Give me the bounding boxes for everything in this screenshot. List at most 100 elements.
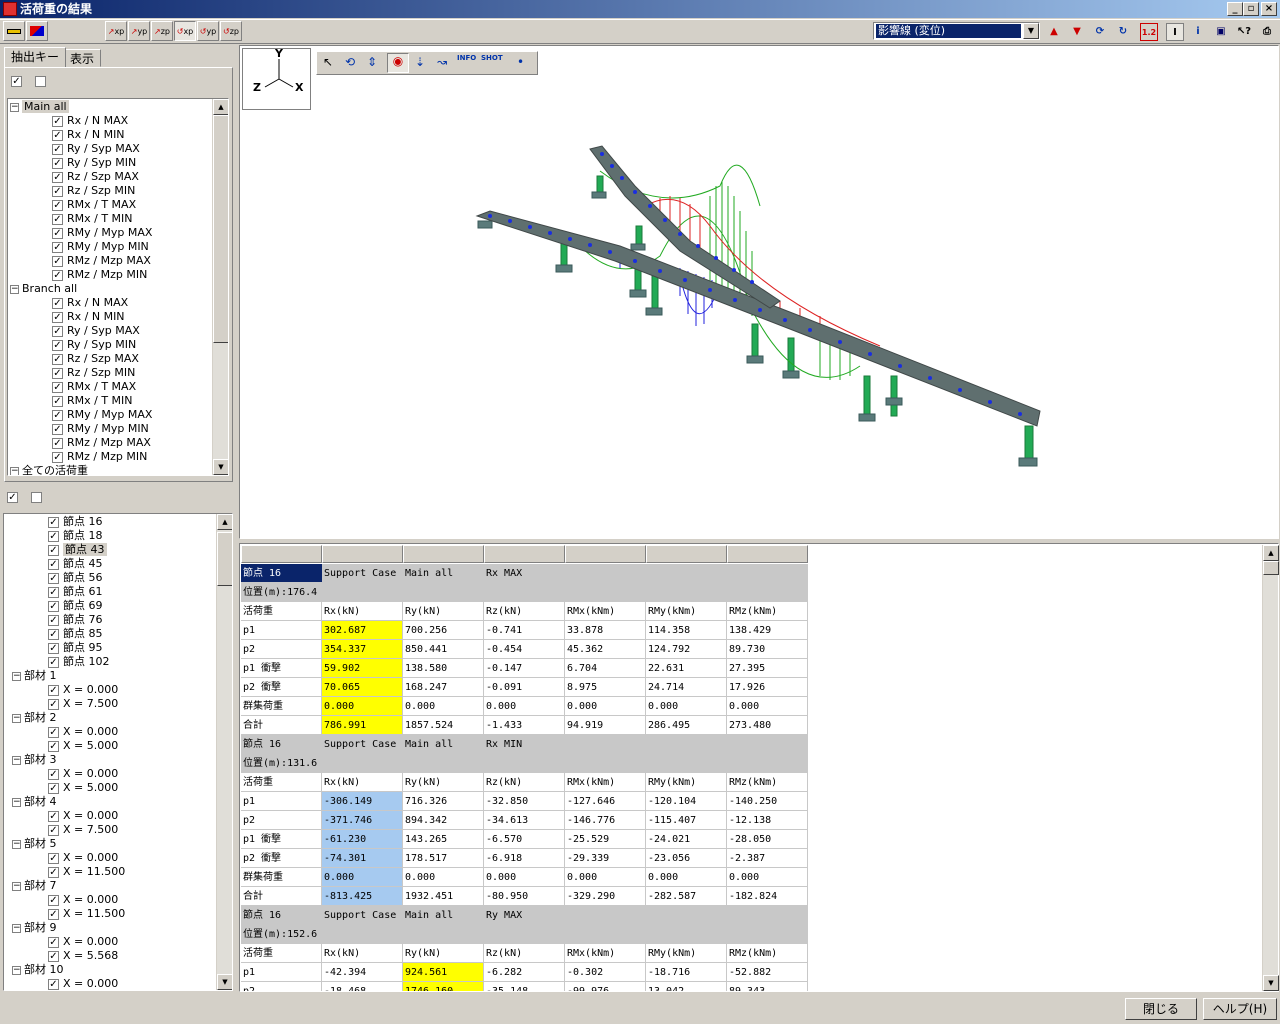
checkbox-checked[interactable]: ✓ (48, 978, 59, 990)
tree-item[interactable]: ✓ RMz / Mzp MAX (52, 254, 151, 268)
checkbox-checked[interactable]: ✓ (52, 241, 63, 253)
collapse-icon[interactable]: − (12, 797, 21, 807)
uncheck-all-bottom[interactable] (31, 490, 42, 503)
checkbox-checked[interactable]: ✓ (48, 530, 59, 542)
node-item[interactable]: ✓ 節点 76 (48, 613, 103, 627)
export-icon[interactable]: ▣ (1212, 23, 1230, 41)
checkbox-checked[interactable]: ✓ (52, 129, 63, 141)
node-item[interactable]: ✓ 節点 61 (48, 585, 103, 599)
tree-item[interactable]: ✓ RMx / T MIN (52, 394, 133, 408)
info-icon[interactable]: i (1189, 23, 1207, 41)
scale-icon[interactable]: 1.2 (1140, 23, 1158, 41)
checkbox-checked[interactable]: ✓ (52, 423, 63, 435)
member-item[interactable]: ✓ X = 0.000 (48, 977, 118, 990)
close-button[interactable]: 閉じる (1125, 998, 1197, 1020)
node-item[interactable]: ✓ 節点 56 (48, 571, 103, 585)
checkbox-checked[interactable]: ✓ (52, 339, 63, 351)
tree-group[interactable]: − 全ての活荷重 (10, 464, 88, 475)
member-item[interactable]: ✓ X = 11.500 (48, 907, 125, 921)
tab-display[interactable]: 表示 (63, 49, 102, 67)
member-item[interactable]: ✓ X = 7.500 (48, 697, 118, 711)
checkbox-checked[interactable]: ✓ (48, 936, 59, 948)
scroll-up-icon[interactable]: ▲ (213, 99, 228, 115)
tree-group[interactable]: − Branch all (10, 282, 77, 296)
checkbox-checked[interactable]: ✓ (48, 600, 59, 612)
checkbox-checked[interactable]: ✓ (48, 908, 59, 920)
checkbox-checked[interactable]: ✓ (52, 297, 63, 309)
checkbox-checked[interactable]: ✓ (48, 810, 59, 822)
collapse-icon[interactable]: − (10, 102, 19, 112)
tree-item[interactable]: ✓ Rx / N MAX (52, 296, 128, 310)
collapse-icon[interactable]: − (10, 284, 19, 294)
checkbox-checked[interactable]: ✓ (48, 824, 59, 836)
member-group[interactable]: − 部材 4 (12, 795, 57, 809)
member-item[interactable]: ✓ X = 0.000 (48, 809, 118, 823)
zp-button-2[interactable]: ↺zp (220, 21, 242, 41)
checkbox-checked[interactable]: ✓ (48, 656, 59, 668)
tree-item[interactable]: ✓ Rz / Szp MIN (52, 184, 135, 198)
tree-top-scrollbar[interactable]: ▲ ▼ (212, 99, 228, 475)
checkbox-checked[interactable]: ✓ (52, 213, 63, 225)
checkbox-checked[interactable]: ✓ (48, 768, 59, 780)
node-item[interactable]: ✓ 節点 69 (48, 599, 103, 613)
up-arrow-icon[interactable]: ▲ (1045, 23, 1063, 41)
member-group[interactable]: − 部材 7 (12, 879, 57, 893)
checkbox-checked[interactable]: ✓ (52, 157, 63, 169)
tree-item[interactable]: ✓ RMz / Mzp MIN (52, 450, 147, 464)
yp-button-1[interactable]: ↗yp (128, 21, 150, 41)
print-icon[interactable]: ⎙ (1258, 23, 1276, 41)
scroll-thumb[interactable] (1263, 561, 1279, 575)
model-3d-view[interactable]: Y Z X ↖ ⟲ ⇕ ◉ ⇣ ↝ INFO SHOT • (239, 45, 1279, 539)
tree-item[interactable]: ✓ RMy / Myp MIN (52, 422, 149, 436)
collapse-icon[interactable]: − (12, 965, 21, 975)
tree-item[interactable]: ✓ RMx / T MIN (52, 212, 133, 226)
checkbox-checked[interactable]: ✓ (48, 572, 59, 584)
checkbox-checked[interactable]: ✓ (52, 255, 63, 267)
member-item[interactable]: ✓ X = 0.000 (48, 683, 118, 697)
scroll-up-icon[interactable]: ▲ (217, 514, 232, 530)
tree-item[interactable]: ✓ RMz / Mzp MIN (52, 268, 147, 282)
checkbox-checked[interactable]: ✓ (52, 171, 63, 183)
tree-item[interactable]: ✓ Rx / N MIN (52, 310, 125, 324)
scroll-thumb[interactable] (213, 115, 228, 343)
tree-item[interactable]: ✓ RMx / T MAX (52, 198, 136, 212)
check-all-bottom[interactable]: ✓ (7, 490, 18, 503)
checkbox-checked[interactable]: ✓ (52, 367, 63, 379)
maximize-button[interactable]: ▫ (1243, 2, 1259, 16)
ruler-icon[interactable] (3, 21, 25, 41)
member-item[interactable]: ✓ X = 7.500 (48, 823, 118, 837)
scroll-up-icon[interactable]: ▲ (1263, 545, 1279, 561)
member-group[interactable]: − 部材 2 (12, 711, 57, 725)
checkbox-checked[interactable]: ✓ (52, 199, 63, 211)
member-item[interactable]: ✓ X = 11.500 (48, 865, 125, 879)
node-item[interactable]: ✓ 節点 18 (48, 529, 103, 543)
uncheck-all-top[interactable] (35, 74, 46, 87)
tree-item[interactable]: ✓ RMy / Myp MAX (52, 226, 152, 240)
checkbox-checked[interactable]: ✓ (48, 684, 59, 696)
member-group[interactable]: − 部材 10 (12, 963, 64, 977)
tree-item[interactable]: ✓ Rz / Szp MIN (52, 366, 135, 380)
result-type-combo[interactable]: 影響線 (変位) ▼ (873, 22, 1040, 40)
checkbox-checked[interactable]: ✓ (48, 698, 59, 710)
scroll-down-icon[interactable]: ▼ (1263, 975, 1279, 991)
scroll-down-icon[interactable]: ▼ (217, 974, 232, 990)
tree-item[interactable]: ✓ Rx / N MIN (52, 128, 125, 142)
checkbox-checked[interactable]: ✓ (52, 311, 63, 323)
checkbox-checked[interactable]: ✓ (48, 740, 59, 752)
checkbox-checked[interactable]: ✓ (48, 782, 59, 794)
member-item[interactable]: ✓ X = 0.000 (48, 935, 118, 949)
collapse-icon[interactable]: − (12, 671, 21, 681)
checkbox-checked[interactable]: ✓ (52, 451, 63, 463)
checkbox-checked[interactable]: ✓ (48, 950, 59, 962)
node-item[interactable]: ✓ 節点 45 (48, 557, 103, 571)
checkbox-checked[interactable]: ✓ (48, 586, 59, 598)
refresh-icon[interactable]: ↻ (1114, 23, 1132, 41)
collapse-icon[interactable]: − (12, 755, 21, 765)
checkbox-checked[interactable]: ✓ (48, 894, 59, 906)
checkbox-checked[interactable]: ✓ (48, 628, 59, 640)
rotate-icon[interactable]: ⟳ (1091, 23, 1109, 41)
close-window-button[interactable]: × (1261, 2, 1277, 16)
node-item[interactable]: ✓ 節点 102 (48, 655, 110, 669)
tree-item[interactable]: ✓ Ry / Syp MAX (52, 324, 140, 338)
tree-item[interactable]: ✓ RMy / Myp MAX (52, 408, 152, 422)
